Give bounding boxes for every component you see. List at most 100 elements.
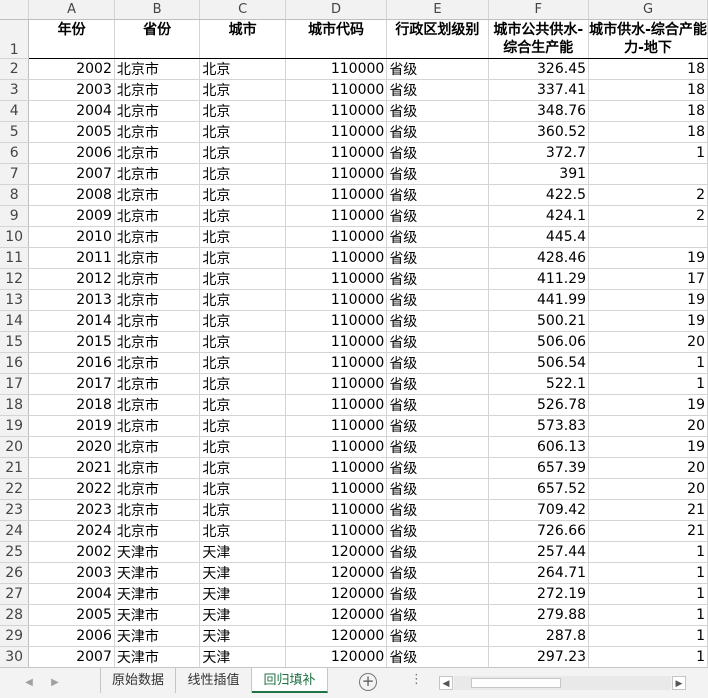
cell-admin-level[interactable]: 省级 (386, 79, 489, 101)
cell-year[interactable]: 2016 (28, 352, 115, 374)
cell-province[interactable]: 北京市 (114, 331, 201, 353)
cell-admin-level[interactable]: 省级 (386, 604, 489, 626)
cell-water-capacity[interactable]: 297.23 (488, 646, 590, 667)
cell-province[interactable]: 天津市 (114, 541, 201, 563)
cell-province[interactable]: 北京市 (114, 394, 201, 416)
chevron-left-icon[interactable]: ◀ (22, 676, 36, 690)
cell-city[interactable]: 北京 (199, 58, 286, 80)
tab-raw-data[interactable]: 原始数据 (100, 668, 176, 693)
cell-city-code[interactable]: 110000 (285, 226, 388, 248)
cell-city-code[interactable]: 110000 (285, 373, 388, 395)
cell-city-code[interactable]: 110000 (285, 163, 388, 185)
cell-water-capacity[interactable]: 445.4 (488, 226, 590, 248)
cell-water-underground[interactable] (588, 163, 708, 185)
column-header-c[interactable]: C (199, 0, 286, 20)
scroll-thumb[interactable] (471, 678, 561, 688)
cell-water-capacity[interactable]: 606.13 (488, 436, 590, 458)
cell-province[interactable]: 北京市 (114, 499, 201, 521)
cell-water-underground[interactable]: 18 (588, 100, 708, 122)
cell-admin-level[interactable]: 省级 (386, 373, 489, 395)
cell-city-code[interactable]: 110000 (285, 79, 388, 101)
row-number[interactable]: 24 (0, 520, 30, 542)
cell-year[interactable]: 2006 (28, 142, 115, 164)
cell-year[interactable]: 2013 (28, 289, 115, 311)
row-number[interactable]: 8 (0, 184, 30, 206)
cell-province[interactable]: 北京市 (114, 478, 201, 500)
tab-regression-fill[interactable]: 回归填补 (252, 668, 328, 693)
cell-water-underground[interactable]: 1 (588, 646, 708, 667)
row-number[interactable]: 3 (0, 79, 30, 101)
cell-city-code[interactable]: 120000 (285, 583, 388, 605)
cell-city-code[interactable]: 110000 (285, 499, 388, 521)
cell-year[interactable]: 2011 (28, 247, 115, 269)
cell-year[interactable]: 2022 (28, 478, 115, 500)
cell-city-code[interactable]: 110000 (285, 142, 388, 164)
cell-admin-level[interactable]: 省级 (386, 457, 489, 479)
row-number[interactable]: 28 (0, 604, 30, 626)
cell-city[interactable]: 北京 (199, 142, 286, 164)
cell-city[interactable]: 天津 (199, 646, 286, 667)
cell-year[interactable]: 2009 (28, 205, 115, 227)
cell-water-underground[interactable]: 19 (588, 436, 708, 458)
cell-water-underground[interactable]: 1 (588, 562, 708, 584)
cell-year[interactable]: 2005 (28, 121, 115, 143)
cell-year[interactable]: 2010 (28, 226, 115, 248)
column-header-e[interactable]: E (386, 0, 489, 20)
row-number[interactable]: 22 (0, 478, 30, 500)
cell-water-capacity[interactable]: 422.5 (488, 184, 590, 206)
cell-admin-level[interactable]: 省级 (386, 352, 489, 374)
cell-province[interactable]: 北京市 (114, 163, 201, 185)
cell-year[interactable]: 2012 (28, 268, 115, 290)
cell-year[interactable]: 2007 (28, 646, 115, 667)
cell-city[interactable]: 北京 (199, 520, 286, 542)
row-number[interactable]: 1 (0, 19, 30, 59)
cell-city-code[interactable]: 110000 (285, 415, 388, 437)
header-cell-city-code[interactable]: 城市代码 (285, 19, 388, 59)
cell-city[interactable]: 北京 (199, 289, 286, 311)
cell-water-capacity[interactable]: 726.66 (488, 520, 590, 542)
cell-province[interactable]: 北京市 (114, 142, 201, 164)
cell-water-capacity[interactable]: 709.42 (488, 499, 590, 521)
cell-admin-level[interactable]: 省级 (386, 100, 489, 122)
cell-province[interactable]: 北京市 (114, 121, 201, 143)
row-number[interactable]: 18 (0, 394, 30, 416)
select-all-corner[interactable] (0, 0, 30, 20)
cell-admin-level[interactable]: 省级 (386, 415, 489, 437)
cell-year[interactable]: 2020 (28, 436, 115, 458)
scroll-left-icon[interactable]: ◀ (439, 676, 453, 690)
cell-admin-level[interactable]: 省级 (386, 394, 489, 416)
cell-city[interactable]: 北京 (199, 310, 286, 332)
cell-admin-level[interactable]: 省级 (386, 331, 489, 353)
cell-province[interactable]: 北京市 (114, 457, 201, 479)
cell-province[interactable]: 北京市 (114, 415, 201, 437)
cell-city[interactable]: 北京 (199, 331, 286, 353)
cell-city[interactable]: 天津 (199, 583, 286, 605)
cell-province[interactable]: 北京市 (114, 205, 201, 227)
cell-water-capacity[interactable]: 424.1 (488, 205, 590, 227)
cell-water-underground[interactable]: 17 (588, 268, 708, 290)
row-number[interactable]: 14 (0, 310, 30, 332)
cell-year[interactable]: 2002 (28, 541, 115, 563)
row-number[interactable]: 7 (0, 163, 30, 185)
cell-water-capacity[interactable]: 506.54 (488, 352, 590, 374)
cell-water-capacity[interactable]: 657.39 (488, 457, 590, 479)
cell-water-underground[interactable] (588, 226, 708, 248)
cell-admin-level[interactable]: 省级 (386, 268, 489, 290)
column-header-a[interactable]: A (28, 0, 115, 20)
cell-province[interactable]: 北京市 (114, 79, 201, 101)
cell-city-code[interactable]: 110000 (285, 121, 388, 143)
cell-city[interactable]: 北京 (199, 163, 286, 185)
row-number[interactable]: 16 (0, 352, 30, 374)
cell-water-underground[interactable]: 18 (588, 58, 708, 80)
cell-admin-level[interactable]: 省级 (386, 562, 489, 584)
cell-water-capacity[interactable]: 326.45 (488, 58, 590, 80)
cell-city-code[interactable]: 110000 (285, 436, 388, 458)
cell-admin-level[interactable]: 省级 (386, 499, 489, 521)
cell-city[interactable]: 北京 (199, 121, 286, 143)
cell-admin-level[interactable]: 省级 (386, 205, 489, 227)
cell-city[interactable]: 北京 (199, 247, 286, 269)
cell-city[interactable]: 天津 (199, 604, 286, 626)
cell-water-underground[interactable]: 20 (588, 478, 708, 500)
cell-year[interactable]: 2005 (28, 604, 115, 626)
cell-water-capacity[interactable]: 337.41 (488, 79, 590, 101)
